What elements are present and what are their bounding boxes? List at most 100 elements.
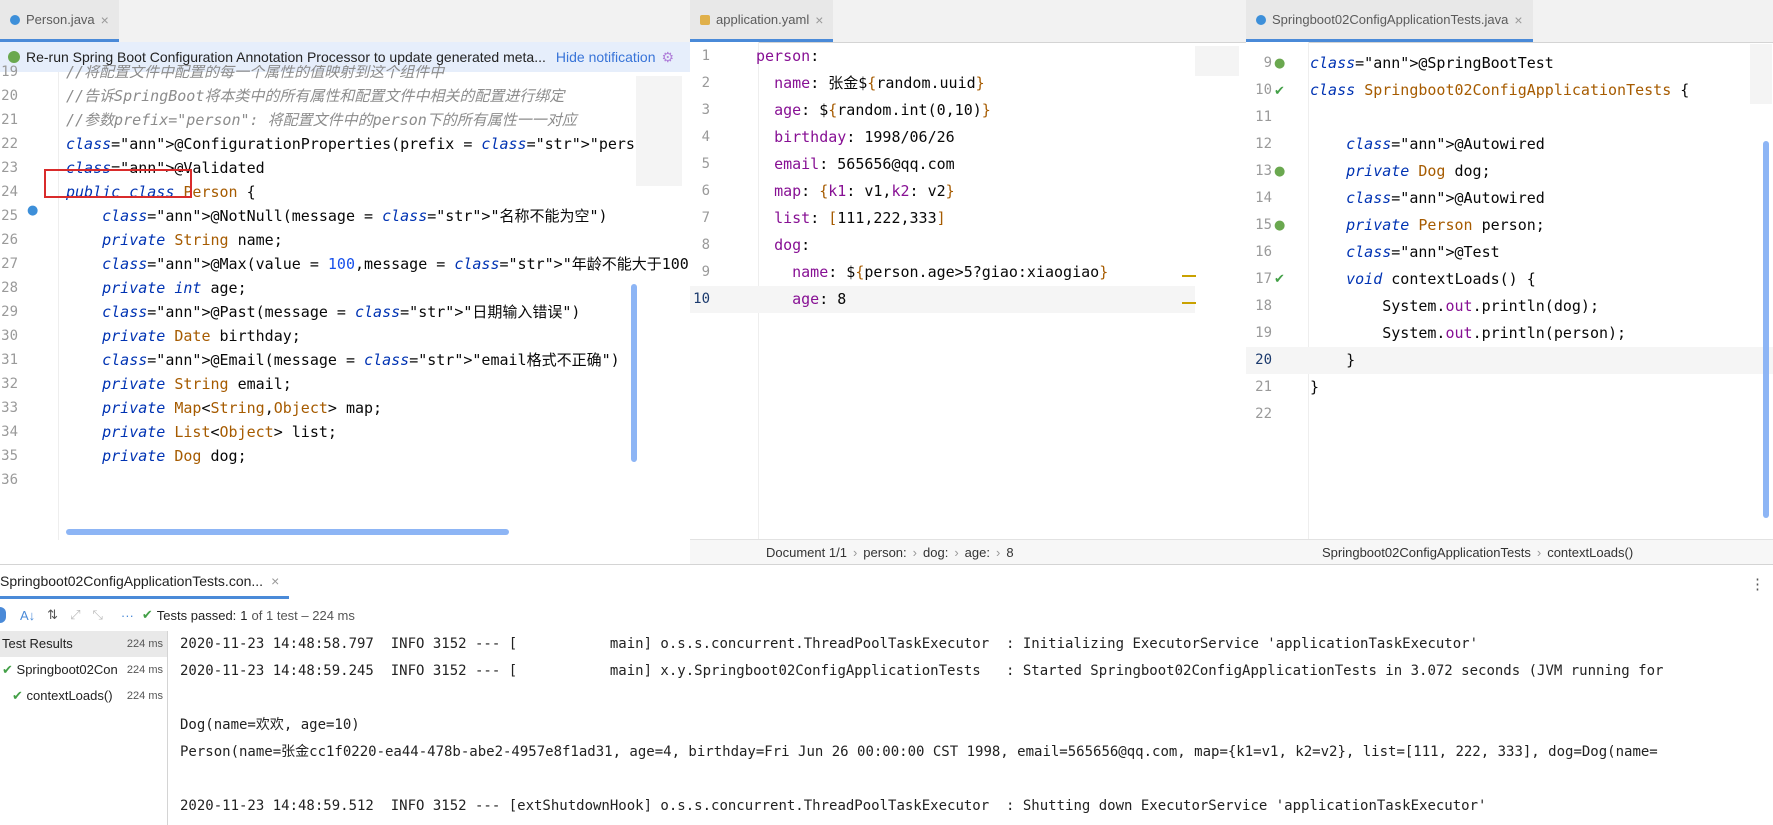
code-line[interactable]: email: 565656@qq.com xyxy=(756,151,955,178)
code-line[interactable]: private String name; xyxy=(66,228,283,255)
tab-label: application.yaml xyxy=(716,12,810,27)
line-number: 9 xyxy=(701,264,710,280)
line-number: 23 xyxy=(1,160,18,176)
close-icon[interactable]: × xyxy=(1514,12,1522,28)
left-code-area: 19//将配置文件中配置的每一个属性的值映射到这个组件中 20//告诉Spring… xyxy=(0,65,690,540)
code-line[interactable]: name: 张金${random.uuid} xyxy=(756,70,985,97)
code-line[interactable]: map: {k1: v1,k2: v2} xyxy=(756,178,955,205)
line-number: 21 xyxy=(1,112,18,128)
code-line[interactable]: } xyxy=(1310,374,1319,401)
code-line[interactable]: private String email; xyxy=(66,372,292,399)
line-number: 7 xyxy=(701,210,710,226)
line-number: 22 xyxy=(1,136,18,152)
breadcrumb-item[interactable]: dog: xyxy=(923,545,948,560)
more-options-icon[interactable]: ⋮ xyxy=(1750,575,1765,593)
line-number: 10 xyxy=(693,291,710,307)
expand-all-icon[interactable]: ⤢ xyxy=(70,607,80,623)
code-line[interactable]: System.out.println(dog); xyxy=(1310,293,1599,320)
editor-tabbar: application.yaml × xyxy=(690,0,1246,43)
passed-icon: ✔ xyxy=(141,607,153,622)
yaml-file-icon xyxy=(700,14,710,25)
autowired-icon[interactable]: ● xyxy=(1274,164,1285,179)
line-number: 12 xyxy=(1255,136,1272,152)
breadcrumb-item[interactable]: age: xyxy=(965,545,990,560)
code-line[interactable]: private Map<String,Object> map; xyxy=(66,396,382,423)
code-line[interactable]: class="ann">@Autowired xyxy=(1310,185,1545,212)
code-line[interactable]: private Dog dog; xyxy=(1310,158,1491,185)
code-line[interactable]: private List<Object> list; xyxy=(66,420,337,447)
tab-application-yaml[interactable]: application.yaml × xyxy=(690,0,834,42)
hide-notification-link[interactable]: Hide notification xyxy=(556,49,656,65)
code-line[interactable]: class="ann">@Email(message = class="str"… xyxy=(66,348,620,375)
console-output[interactable]: 2020-11-23 14:48:58.797 INFO 3152 --- [ … xyxy=(180,631,1773,825)
rerun-icon[interactable] xyxy=(0,607,6,623)
horizontal-scrollbar[interactable] xyxy=(66,529,509,535)
code-line[interactable]: class="ann">@Test xyxy=(1310,239,1500,266)
close-icon[interactable]: × xyxy=(815,12,823,28)
tab-person-java[interactable]: Person.java × xyxy=(0,0,119,42)
right-editor: Springboot02ConfigApplicationTests.java … xyxy=(1246,0,1773,564)
line-number: 13 xyxy=(1255,163,1272,179)
code-line[interactable]: birthday: 1998/06/26 xyxy=(756,124,955,151)
close-icon[interactable]: × xyxy=(101,12,109,28)
collapse-all-icon[interactable]: ⤡ xyxy=(92,607,102,623)
yaml-breadcrumb: Document 1/1 › person: › dog: › age: › 8 xyxy=(690,539,1246,564)
run-tab[interactable]: Springboot02ConfigApplicationTests.con..… xyxy=(0,565,290,599)
gear-icon[interactable]: ⚙ xyxy=(662,49,675,66)
tree-row-class[interactable]: ✔ Springboot02Con 224 ms xyxy=(0,657,167,683)
code-line[interactable]: private Dog dog; xyxy=(66,444,247,471)
code-line[interactable]: } xyxy=(1310,347,1355,374)
code-line[interactable]: class="ann">@ConfigurationProperties(pre… xyxy=(66,132,671,159)
bean-icon[interactable]: ● xyxy=(27,203,38,218)
code-line[interactable]: private Person person; xyxy=(1310,212,1545,239)
code-line[interactable]: private int age; xyxy=(66,276,247,303)
code-line[interactable]: void contextLoads() { xyxy=(1310,266,1536,293)
breadcrumb-item[interactable]: person: xyxy=(863,545,906,560)
line-number: 27 xyxy=(1,256,18,272)
tree-row-method[interactable]: ✔ contextLoads() 224 ms xyxy=(0,683,167,709)
line-number: 1 xyxy=(701,48,710,64)
code-line[interactable]: private Date birthday; xyxy=(66,324,301,351)
left-editor: Person.java × Re-run Spring Boot Configu… xyxy=(0,0,691,564)
code-line[interactable]: class="ann">@Autowired xyxy=(1310,131,1545,158)
code-line[interactable]: class="ann">@Past(message = class="str">… xyxy=(66,300,580,327)
middle-editor: application.yaml × 1 person: 2 name: 张金${r… xyxy=(690,0,1247,564)
code-line[interactable]: //参数prefix="person": 将配置文件中的person下的所有属性… xyxy=(66,108,577,135)
line-number: 3 xyxy=(701,102,710,118)
spring-bean-icon[interactable]: ● xyxy=(1274,56,1285,71)
vertical-scrollbar[interactable] xyxy=(631,284,637,462)
java-class-icon xyxy=(10,14,20,25)
breadcrumb-item[interactable]: Springboot02ConfigApplicationTests xyxy=(1322,545,1531,560)
code-line[interactable]: age: ${random.int(0,10)} xyxy=(756,97,991,124)
code-line[interactable]: name: ${person.age>5?giao:xiaogiao} xyxy=(756,259,1108,286)
breadcrumb-item[interactable]: Document 1/1 xyxy=(766,545,847,560)
code-line[interactable]: class Springboot02ConfigApplicationTests… xyxy=(1310,77,1689,104)
tab-tests-java[interactable]: Springboot02ConfigApplicationTests.java … xyxy=(1246,0,1533,42)
run-test-icon[interactable]: ✔ xyxy=(1274,272,1285,287)
tree-row-root[interactable]: Test Results 224 ms xyxy=(0,631,167,657)
close-icon[interactable]: × xyxy=(271,573,279,589)
breadcrumb-item[interactable]: contextLoads() xyxy=(1547,545,1633,560)
minimap xyxy=(1750,44,1772,104)
vertical-scrollbar[interactable] xyxy=(1763,141,1769,518)
code-line[interactable]: System.out.println(person); xyxy=(1310,320,1626,347)
console-line: 2020-11-23 14:48:59.512 INFO 3152 --- [e… xyxy=(180,798,1487,814)
sort-duration-icon[interactable]: ⇅ xyxy=(47,607,58,623)
code-line[interactable]: class="ann">@Max(value = 100,message = c… xyxy=(66,252,690,279)
code-line[interactable]: dog: xyxy=(756,232,810,259)
more-icon[interactable]: ··· xyxy=(121,608,134,623)
code-line[interactable]: //告诉SpringBoot将本类中的所有属性和配置文件中相关的配置进行绑定 xyxy=(66,84,564,111)
breadcrumb-item[interactable]: 8 xyxy=(1006,545,1013,560)
sort-alpha-icon[interactable]: A↓ xyxy=(20,608,35,623)
code-line[interactable]: list: [111,222,333] xyxy=(756,205,946,232)
tree-label: Test Results xyxy=(2,636,73,651)
code-line[interactable]: person: xyxy=(756,43,819,70)
run-test-icon[interactable]: ✔ xyxy=(1274,84,1285,99)
code-line[interactable]: class="ann">@SpringBootTest xyxy=(1310,50,1554,77)
code-line[interactable]: age: 8 xyxy=(756,286,846,313)
editor-tabbar: Springboot02ConfigApplicationTests.java … xyxy=(1246,0,1773,43)
java-breadcrumb: Springboot02ConfigApplicationTests › cont… xyxy=(1246,539,1773,564)
code-line[interactable]: class="ann">@NotNull(message = class="st… xyxy=(66,204,607,231)
line-number: 15 xyxy=(1255,217,1272,233)
autowired-icon[interactable]: ● xyxy=(1274,218,1285,233)
